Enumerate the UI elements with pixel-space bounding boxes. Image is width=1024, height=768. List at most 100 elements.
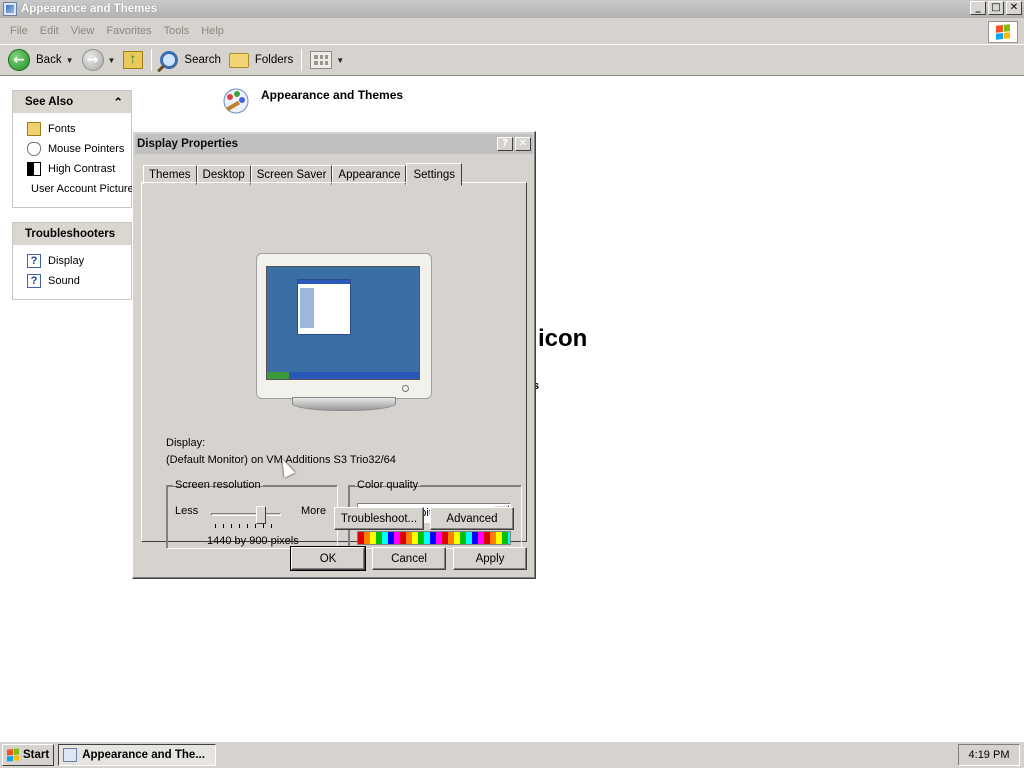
folders-icon — [228, 52, 249, 68]
menu-view[interactable]: View — [65, 25, 101, 37]
dialog-titlebar[interactable]: Display Properties ? ✕ — [135, 134, 533, 154]
category-title: Appearance and Themes — [261, 88, 404, 102]
settings-tab-panel: Display: (Default Monitor) on VM Additio… — [141, 182, 527, 549]
see-also-item-label: High Contrast — [48, 163, 116, 175]
back-label: Back — [36, 54, 62, 66]
search-label: Search — [184, 54, 221, 66]
monitor-power-icon — [402, 385, 409, 392]
help-icon: ? — [27, 254, 41, 268]
window-title: Appearance and Themes — [21, 3, 158, 15]
folders-button[interactable]: Folders — [225, 47, 297, 73]
troubleshooter-item-label: Display — [48, 255, 85, 267]
color-quality-legend: Color quality — [357, 479, 419, 491]
troubleshooter-item-sound[interactable]: ? Sound — [13, 271, 131, 291]
window-titlebar[interactable]: Appearance and Themes _ □ ✕ — [0, 0, 1024, 18]
troubleshoot-button[interactable]: Troubleshoot... — [334, 507, 424, 530]
toolbar: ← Back ▼ → ▼ Search Folders ▼ — [0, 45, 1024, 76]
preview-window — [297, 279, 351, 335]
see-also-item-fonts[interactable]: Fonts — [13, 119, 131, 139]
apply-button[interactable]: Apply — [453, 547, 527, 570]
more-label: More — [301, 505, 327, 517]
close-button[interactable]: ✕ — [1006, 1, 1022, 15]
menu-file[interactable]: File — [4, 25, 34, 37]
see-also-item-label: Fonts — [48, 123, 76, 135]
resolution-value: 1440 by 900 pixels — [207, 535, 299, 547]
maximize-button[interactable]: □ — [988, 1, 1004, 15]
windows-flag-icon — [7, 748, 19, 762]
views-button[interactable]: ▼ — [306, 47, 348, 73]
troubleshooter-item-label: Sound — [48, 275, 80, 287]
see-also-item-label: Mouse Pointers — [48, 143, 125, 155]
see-also-pane: See Also ⌃ Fonts Mouse Pointers High Con… — [12, 90, 134, 208]
monitor-stand — [292, 397, 396, 411]
back-button[interactable]: ← Back ▼ — [4, 47, 78, 73]
tab-settings[interactable]: Settings — [406, 163, 463, 186]
background-heading-fragment: icon — [538, 325, 588, 352]
taskbar: Start Appearance and The... 4:19 PM — [0, 741, 1024, 768]
resolution-slider-thumb[interactable] — [256, 506, 266, 524]
see-also-item-label: User Account Picture — [31, 183, 134, 195]
screen-resolution-legend: Screen resolution — [175, 479, 261, 491]
see-also-heading: See Also — [25, 96, 74, 108]
start-label: Start — [23, 749, 50, 761]
forward-dropdown-icon[interactable]: ▼ — [108, 56, 116, 65]
slider-ticks — [215, 524, 279, 528]
folders-label: Folders — [254, 54, 294, 66]
windows-logo-icon — [988, 21, 1018, 43]
display-properties-dialog: Display Properties ? ✕ Themes Desktop Sc… — [132, 131, 536, 579]
cancel-button[interactable]: Cancel — [372, 547, 446, 570]
taskbar-item-appearance-themes[interactable]: Appearance and The... — [58, 744, 217, 766]
help-icon: ? — [27, 274, 41, 288]
minimize-button[interactable]: _ — [970, 1, 986, 15]
window-controls: _ □ ✕ — [970, 1, 1022, 15]
system-tray-clock[interactable]: 4:19 PM — [958, 744, 1020, 766]
menu-edit[interactable]: Edit — [34, 25, 65, 37]
views-dropdown-icon[interactable]: ▼ — [336, 56, 344, 65]
color-spectrum-bar — [357, 531, 511, 545]
mouse-icon — [27, 142, 41, 156]
control-panel-icon — [3, 2, 17, 16]
toolbar-separator — [301, 49, 303, 71]
dialog-close-button[interactable]: ✕ — [515, 137, 531, 151]
troubleshooters-pane: Troubleshooters ? Display ? Sound — [12, 222, 132, 300]
back-dropdown-icon[interactable]: ▼ — [66, 56, 74, 65]
resolution-slider-track[interactable] — [211, 506, 281, 524]
menu-help[interactable]: Help — [195, 25, 230, 37]
display-label: Display: — [166, 437, 206, 449]
troubleshooters-header[interactable]: Troubleshooters — [13, 223, 131, 245]
see-also-header[interactable]: See Also ⌃ — [13, 91, 131, 113]
dialog-help-button[interactable]: ? — [497, 137, 513, 151]
search-icon — [160, 51, 179, 69]
menu-tools[interactable]: Tools — [158, 25, 196, 37]
troubleshooters-heading: Troubleshooters — [25, 228, 116, 240]
taskbar-item-label: Appearance and The... — [82, 749, 205, 761]
search-button[interactable]: Search — [156, 47, 224, 73]
see-also-item-mouse-pointers[interactable]: Mouse Pointers — [13, 139, 131, 159]
collapse-chevron-icon[interactable]: ⌃ — [113, 95, 123, 109]
up-folder-icon — [123, 50, 144, 69]
start-button[interactable]: Start — [2, 744, 55, 766]
back-arrow-icon: ← — [8, 49, 30, 71]
menu-favorites[interactable]: Favorites — [100, 25, 157, 37]
see-also-item-high-contrast[interactable]: High Contrast — [13, 159, 131, 179]
toolbar-separator — [151, 49, 153, 71]
screen-resolution-group: Screen resolution Less More 1440 by 900 … — [166, 479, 338, 549]
forward-button[interactable]: → ▼ — [78, 47, 120, 73]
forward-arrow-icon: → — [81, 49, 104, 71]
control-panel-icon — [63, 748, 78, 762]
monitor-screen — [266, 266, 420, 380]
preview-taskbar — [267, 372, 419, 379]
views-icon — [310, 51, 333, 69]
monitor-preview — [256, 253, 432, 399]
fonts-folder-icon — [27, 122, 41, 136]
menubar: File Edit View Favorites Tools Help — [0, 18, 1024, 45]
advanced-button[interactable]: Advanced — [430, 507, 514, 530]
less-label: Less — [175, 505, 199, 517]
high-contrast-icon — [27, 162, 41, 176]
troubleshooter-item-display[interactable]: ? Display — [13, 251, 131, 271]
appearance-themes-icon — [223, 88, 249, 114]
see-also-item-user-account-picture[interactable]: User Account Picture — [13, 179, 134, 199]
dialog-title: Display Properties — [137, 138, 238, 150]
ok-button[interactable]: OK — [290, 546, 366, 571]
up-folder-button[interactable] — [119, 47, 147, 73]
